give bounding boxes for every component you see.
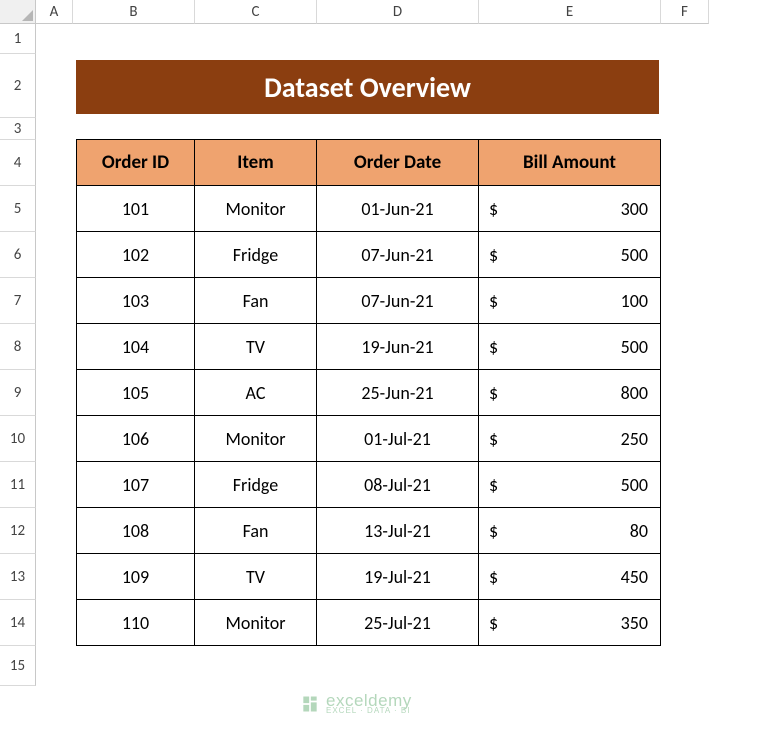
row-header-7[interactable]: 7: [0, 278, 36, 324]
amount-value: 500: [621, 336, 648, 358]
cell-id[interactable]: 104: [76, 323, 195, 370]
row-header-4[interactable]: 4: [0, 140, 36, 186]
row-header-14[interactable]: 14: [0, 600, 36, 646]
cell-item[interactable]: Fridge: [194, 461, 317, 508]
cell-date[interactable]: 25-Jul-21: [316, 599, 479, 646]
col-header-E[interactable]: E: [479, 0, 661, 24]
currency-symbol: $: [489, 520, 498, 542]
cell-id[interactable]: 105: [76, 369, 195, 416]
exceldemy-logo-icon: [300, 694, 320, 714]
cell-amt[interactable]: $300: [478, 185, 661, 232]
cell-amt[interactable]: $800: [478, 369, 661, 416]
cell-item[interactable]: Fan: [194, 277, 317, 324]
col-header-D[interactable]: D: [317, 0, 479, 24]
row-header-10[interactable]: 10: [0, 416, 36, 462]
row-header-12[interactable]: 12: [0, 508, 36, 554]
amount-value: 300: [621, 198, 648, 220]
col-header-B[interactable]: B: [73, 0, 195, 24]
cell-amt[interactable]: $500: [478, 323, 661, 370]
cell-item[interactable]: Fan: [194, 507, 317, 554]
cell-item[interactable]: Fridge: [194, 231, 317, 278]
currency-symbol: $: [489, 290, 498, 312]
cell-id[interactable]: 110: [76, 599, 195, 646]
amount-value: 800: [621, 382, 648, 404]
header-order-date[interactable]: Order Date: [316, 139, 479, 186]
cell-amt[interactable]: $500: [478, 231, 661, 278]
select-all-corner[interactable]: [0, 0, 36, 24]
spreadsheet-grid: A B C D E F 1 2 3 4 5 6 7 8 9 10 11 12 1…: [0, 0, 768, 686]
currency-symbol: $: [489, 566, 498, 588]
cell-date[interactable]: 19-Jul-21: [316, 553, 479, 600]
header-bill-amount[interactable]: Bill Amount: [478, 139, 661, 186]
cell-item[interactable]: Monitor: [194, 599, 317, 646]
currency-symbol: $: [489, 474, 498, 496]
currency-symbol: $: [489, 612, 498, 634]
row-header-1[interactable]: 1: [0, 24, 36, 54]
cell-id[interactable]: 108: [76, 507, 195, 554]
amount-value: 500: [621, 244, 648, 266]
cell-item[interactable]: Monitor: [194, 415, 317, 462]
cell-amt[interactable]: $450: [478, 553, 661, 600]
row-header-11[interactable]: 11: [0, 462, 36, 508]
watermark: exceldemy EXCEL · DATA · BI: [300, 692, 412, 715]
title-cell[interactable]: Dataset Overview: [76, 60, 659, 114]
cell-item[interactable]: TV: [194, 323, 317, 370]
cell-amt[interactable]: $500: [478, 461, 661, 508]
cell-amt[interactable]: $100: [478, 277, 661, 324]
row-header-6[interactable]: 6: [0, 232, 36, 278]
amount-value: 80: [630, 520, 648, 542]
amount-value: 450: [621, 566, 648, 588]
cell-date[interactable]: 19-Jun-21: [316, 323, 479, 370]
col-header-C[interactable]: C: [195, 0, 317, 24]
cell-id[interactable]: 103: [76, 277, 195, 324]
amount-value: 500: [621, 474, 648, 496]
cell-id[interactable]: 102: [76, 231, 195, 278]
cell-amt[interactable]: $250: [478, 415, 661, 462]
cell-id[interactable]: 109: [76, 553, 195, 600]
cell-date[interactable]: 01-Jun-21: [316, 185, 479, 232]
row-header-15[interactable]: 15: [0, 646, 36, 686]
cell-amt[interactable]: $350: [478, 599, 661, 646]
row-header-9[interactable]: 9: [0, 370, 36, 416]
amount-value: 350: [621, 612, 648, 634]
row-header-3[interactable]: 3: [0, 118, 36, 140]
cell-date[interactable]: 08-Jul-21: [316, 461, 479, 508]
cell-id[interactable]: 106: [76, 415, 195, 462]
cell-date[interactable]: 13-Jul-21: [316, 507, 479, 554]
cell-id[interactable]: 101: [76, 185, 195, 232]
row-header-13[interactable]: 13: [0, 554, 36, 600]
currency-symbol: $: [489, 382, 498, 404]
currency-symbol: $: [489, 428, 498, 450]
amount-value: 250: [621, 428, 648, 450]
row-header-2[interactable]: 2: [0, 54, 36, 118]
cell-id[interactable]: 107: [76, 461, 195, 508]
row-header-5[interactable]: 5: [0, 186, 36, 232]
cell-item[interactable]: AC: [194, 369, 317, 416]
watermark-tagline: EXCEL · DATA · BI: [326, 707, 412, 715]
cell-date[interactable]: 01-Jul-21: [316, 415, 479, 462]
amount-value: 100: [621, 290, 648, 312]
header-order-id[interactable]: Order ID: [76, 139, 195, 186]
header-item[interactable]: Item: [194, 139, 317, 186]
cell-amt[interactable]: $80: [478, 507, 661, 554]
cell-item[interactable]: TV: [194, 553, 317, 600]
col-header-F[interactable]: F: [661, 0, 709, 24]
currency-symbol: $: [489, 198, 498, 220]
currency-symbol: $: [489, 336, 498, 358]
currency-symbol: $: [489, 244, 498, 266]
row-header-8[interactable]: 8: [0, 324, 36, 370]
col-header-A[interactable]: A: [36, 0, 73, 24]
cell-date[interactable]: 07-Jun-21: [316, 277, 479, 324]
cell-date[interactable]: 07-Jun-21: [316, 231, 479, 278]
cell-item[interactable]: Monitor: [194, 185, 317, 232]
cell-date[interactable]: 25-Jun-21: [316, 369, 479, 416]
